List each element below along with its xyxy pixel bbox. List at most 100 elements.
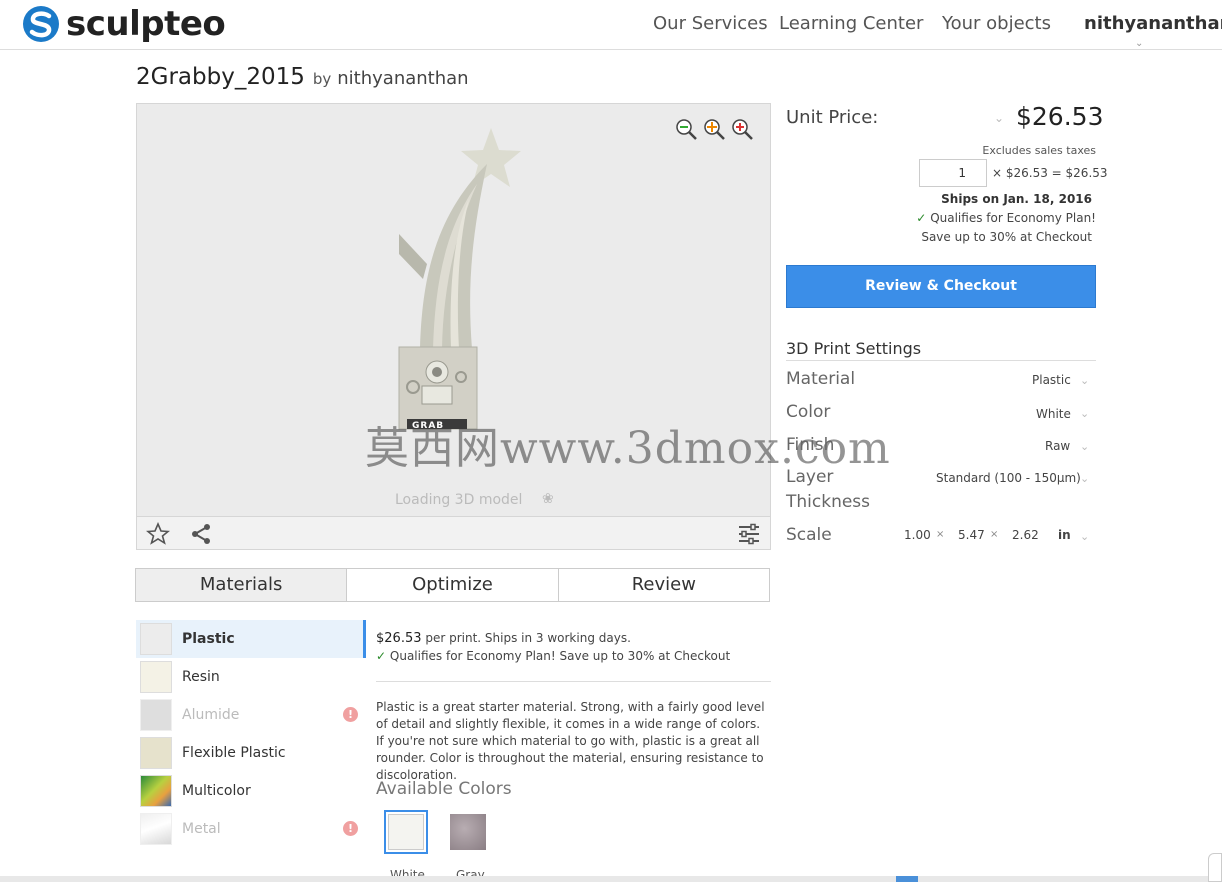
save-note: Save up to 30% at Checkout xyxy=(921,230,1092,244)
layer-setting-value[interactable]: Standard (100 - 150µm) xyxy=(936,471,1081,485)
chevron-down-icon[interactable]: ⌄ xyxy=(994,111,1004,125)
pan-icon[interactable] xyxy=(703,118,727,142)
unit-price-label: Unit Price: xyxy=(786,107,879,128)
scale-setting-label: Scale xyxy=(786,525,832,545)
zoom-in-icon[interactable] xyxy=(731,118,755,142)
ship-date: Ships on Jan. 18, 2016 xyxy=(941,192,1092,206)
author-link[interactable]: nithyananthan xyxy=(337,68,468,89)
nav-your-objects[interactable]: Your objects xyxy=(942,13,1051,34)
material-item-flexible-plastic[interactable]: Flexible Plastic xyxy=(136,734,363,772)
chevron-down-icon[interactable]: ⌄ xyxy=(1080,407,1089,420)
nav-our-services[interactable]: Our Services xyxy=(653,13,768,34)
material-item-multicolor[interactable]: Multicolor xyxy=(136,772,363,810)
material-description: Plastic is a great starter material. Str… xyxy=(376,700,765,782)
resin-swatch xyxy=(140,661,172,693)
white-swatch-fill xyxy=(388,814,424,850)
gray-swatch-fill xyxy=(450,814,486,850)
scrollbar-thumb[interactable] xyxy=(896,876,918,882)
loading-text: Loading 3D model xyxy=(395,492,523,508)
color-setting-label: Color xyxy=(786,402,831,422)
divider xyxy=(786,360,1096,361)
material-label: Resin xyxy=(182,669,220,685)
metal-swatch xyxy=(140,813,172,845)
times-sep: × xyxy=(990,529,999,540)
economy-qualify: ✓ Qualifies for Economy Plan! xyxy=(916,211,1096,225)
material-label: Metal xyxy=(182,821,221,837)
selection-indicator xyxy=(363,620,366,658)
site-header: sculpteo Our Services Learning Center Yo… xyxy=(0,0,1222,50)
warning-icon: ! xyxy=(343,707,358,722)
available-colors-title: Available Colors xyxy=(376,779,512,799)
economy-qualify-text: Qualifies for Economy Plan! xyxy=(930,211,1096,225)
zoom-fit-icon[interactable] xyxy=(675,118,699,142)
material-setting-label: Material xyxy=(786,369,856,389)
material-item-alumide[interactable]: Alumide ! xyxy=(136,696,363,734)
chevron-down-icon[interactable]: ⌄ xyxy=(1080,530,1089,543)
color-swatch-gray[interactable] xyxy=(446,810,490,854)
print-settings-title: 3D Print Settings xyxy=(786,339,922,358)
scale-y-input[interactable]: 5.47 xyxy=(958,528,985,542)
material-label: Multicolor xyxy=(182,783,251,799)
share-icon[interactable] xyxy=(189,522,213,546)
finish-setting-value[interactable]: Raw xyxy=(1045,439,1070,453)
material-price-value: $26.53 xyxy=(376,631,422,646)
alumide-swatch xyxy=(140,699,172,731)
star-icon[interactable] xyxy=(146,522,170,546)
by-label: by xyxy=(312,70,332,88)
plastic-swatch xyxy=(140,623,172,655)
chevron-down-icon[interactable]: ⌄ xyxy=(1080,440,1089,453)
quantity-input[interactable] xyxy=(919,159,987,187)
quantity-calc: × $26.53 = $26.53 xyxy=(992,166,1108,180)
review-checkout-button[interactable]: Review & Checkout xyxy=(786,265,1096,308)
material-economy-text: Qualifies for Economy Plan! Save up to 3… xyxy=(389,649,731,663)
chevron-down-icon[interactable]: ⌄ xyxy=(1080,374,1089,387)
tab-optimize[interactable]: Optimize xyxy=(347,569,559,601)
warning-icon: ! xyxy=(343,821,358,836)
sculpteo-logo-icon xyxy=(23,6,59,42)
scale-x-input[interactable]: 1.00 xyxy=(904,528,931,542)
user-menu[interactable]: nithyananthan xyxy=(1084,13,1222,34)
tax-note: Excludes sales taxes xyxy=(982,144,1096,157)
logo[interactable]: sculpteo xyxy=(22,4,226,44)
zoom-tools xyxy=(675,118,755,142)
check-icon: ✓ xyxy=(916,211,927,225)
page-title: 2Grabby_2015 xyxy=(136,64,305,90)
material-label: Flexible Plastic xyxy=(182,745,286,761)
layer-setting-label-2: Thickness xyxy=(786,492,871,512)
product-title-row: 2Grabby_2015 by nithyananthan xyxy=(136,64,469,90)
color-setting-value[interactable]: White xyxy=(1036,407,1071,421)
chevron-down-icon[interactable]: ⌄ xyxy=(1135,38,1143,49)
model-viewer[interactable]: GRAB Loading 3D model ❀ 莫西网www.3dmox.com xyxy=(136,103,890,550)
spinner-icon: ❀ xyxy=(542,491,554,507)
scale-unit-select[interactable]: in xyxy=(1058,528,1071,542)
layer-setting-label: Layer xyxy=(786,467,834,487)
tab-materials[interactable]: Materials xyxy=(136,569,348,601)
multicolor-swatch xyxy=(140,775,172,807)
check-icon: ✓ xyxy=(376,649,387,663)
times-sep: × xyxy=(936,529,945,540)
divider xyxy=(376,681,771,682)
tab-review[interactable]: Review xyxy=(558,569,769,601)
chevron-down-icon[interactable]: ⌄ xyxy=(1080,472,1089,485)
color-swatch-white[interactable] xyxy=(384,810,428,854)
material-price: $26.53 per print. Ships in 3 working day… xyxy=(376,631,631,646)
finish-setting-label: Finish xyxy=(786,435,835,455)
material-label: Plastic xyxy=(182,631,235,647)
flexible-plastic-swatch xyxy=(140,737,172,769)
horizontal-scrollbar[interactable] xyxy=(0,876,1222,882)
brand-name: sculpteo xyxy=(66,4,226,44)
nav-learning-center[interactable]: Learning Center xyxy=(779,13,923,34)
material-setting-value[interactable]: Plastic xyxy=(1032,373,1071,387)
tab-bar: Materials Optimize Review xyxy=(135,568,770,602)
scale-z-input[interactable]: 2.62 xyxy=(1012,528,1039,542)
material-price-suffix: per print. Ships in 3 working days. xyxy=(425,631,631,645)
material-economy: ✓ Qualifies for Economy Plan! Save up to… xyxy=(376,649,730,663)
material-item-resin[interactable]: Resin xyxy=(136,658,363,696)
material-item-metal[interactable]: Metal ! xyxy=(136,810,363,848)
material-item-plastic[interactable]: Plastic xyxy=(136,620,363,658)
material-label: Alumide xyxy=(182,707,240,723)
viewer-toolbar xyxy=(137,516,770,549)
settings-sliders-icon[interactable] xyxy=(737,522,761,546)
feedback-tab[interactable] xyxy=(1208,853,1222,882)
unit-price-value: $26.53 xyxy=(1016,102,1104,131)
